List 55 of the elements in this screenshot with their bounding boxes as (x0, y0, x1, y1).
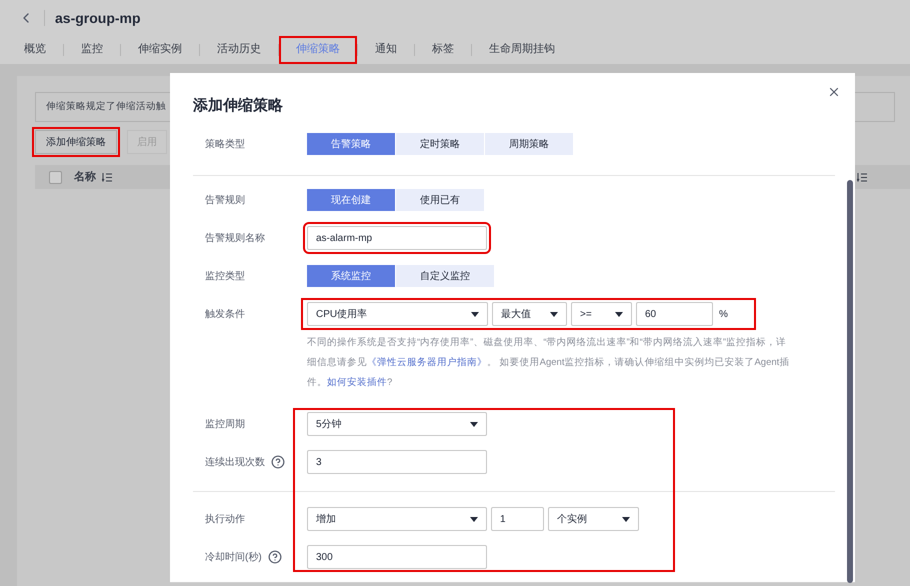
tab[interactable]: 标签 (415, 36, 471, 64)
segment-option[interactable]: 自定义监控 (396, 265, 494, 287)
dropdown-select[interactable]: CPU使用率 (307, 302, 488, 326)
segment-option[interactable]: 系统监控 (307, 265, 395, 287)
sort-icon[interactable] (102, 172, 112, 182)
notice-text: 伸缩策略规定了伸缩活动触 (46, 100, 166, 114)
tab[interactable]: 监控 (64, 36, 120, 64)
guide-link[interactable]: 如何安装插件 (327, 377, 387, 388)
field-label: 策略类型 (205, 138, 245, 152)
caret-down-icon (471, 312, 479, 316)
input-field[interactable]: 60 (636, 302, 713, 326)
field-label: 告警规则名称 (205, 232, 265, 246)
segment-option[interactable]: 周期策略 (485, 133, 573, 155)
segment-option[interactable]: 定时策略 (396, 133, 484, 155)
guide-link[interactable]: 《弹性云服务器用户指南》 (367, 357, 487, 368)
help-text: 不同的操作系统是否支持“内存使用率”、磁盘使用率、“带内网络流出速率”和“带内网络流入速率”监控指标，详细信息请参见《弹性云服务器用户指南》。 如要使用Agent监控指标，请确认伸缩组中实例均已安装了Agent插件。如何安装插件? (307, 336, 790, 390)
field-label: 告警规则 (205, 194, 245, 208)
dropdown-select[interactable]: 5分钟 (307, 412, 487, 436)
column-header[interactable]: 名称 (74, 168, 96, 186)
page-title: as-group-mp (55, 8, 141, 28)
tab[interactable]: 生命周期挂钩 (472, 36, 572, 64)
caret-down-icon (622, 516, 630, 522)
tab[interactable]: 伸缩实例 (121, 36, 199, 64)
dropdown-select[interactable]: 增加 (307, 507, 487, 531)
input-field[interactable]: 1 (491, 507, 544, 531)
field-label: 执行动作 (205, 512, 245, 526)
tab[interactable]: 概览 (18, 36, 63, 64)
input-field[interactable]: 3 (307, 450, 487, 474)
tab[interactable]: 活动历史 (200, 36, 278, 64)
unit-label: % (719, 308, 728, 322)
dialog-title: 添加伸缩策略 (193, 96, 283, 116)
input-field[interactable]: 300 (307, 545, 487, 569)
select-all-checkbox[interactable] (49, 170, 62, 184)
caret-down-icon (470, 516, 478, 522)
field-label: 监控类型 (205, 270, 245, 284)
help-icon[interactable] (271, 455, 285, 469)
dropdown-select[interactable]: >= (571, 302, 632, 326)
dropdown-select[interactable]: 最大值 (492, 302, 567, 326)
dropdown-select[interactable]: 个实例 (548, 507, 639, 531)
segment-option[interactable]: 使用已有 (396, 189, 484, 211)
sort-icon[interactable] (857, 172, 867, 182)
caret-down-icon (470, 422, 478, 426)
segment-option[interactable]: 告警策略 (307, 133, 395, 155)
scrollbar-thumb[interactable] (847, 180, 853, 583)
segment-option[interactable]: 现在创建 (307, 189, 395, 211)
tab[interactable]: 通知 (358, 36, 414, 64)
toolbar-button[interactable]: 添加伸缩策略 (35, 130, 117, 154)
caret-down-icon (550, 312, 558, 316)
field-label: 冷却时间(秒) (205, 550, 262, 564)
field-label: 监控周期 (205, 418, 245, 432)
caret-down-icon (615, 312, 623, 316)
field-label: 连续出现次数 (205, 456, 265, 470)
field-label: 触发条件 (205, 308, 245, 322)
help-icon[interactable] (268, 550, 282, 564)
close-button[interactable] (827, 85, 841, 99)
